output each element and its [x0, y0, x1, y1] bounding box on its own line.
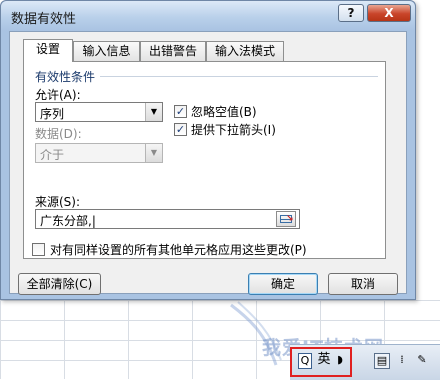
- ignore-blank-label: 忽略空值(B): [191, 105, 257, 119]
- data-validation-dialog: 数据有效性 ? X 设置 输入信息 出错警告 输入法模式 有效性条件 允许(A)…: [0, 0, 416, 300]
- ignore-blank-checkbox[interactable]: ✓: [174, 105, 187, 118]
- wrench-icon[interactable]: ✎: [414, 353, 430, 369]
- help-button[interactable]: ?: [338, 4, 364, 22]
- source-label: 来源(S):: [35, 195, 81, 209]
- close-button[interactable]: X: [367, 4, 411, 22]
- validation-criteria-label: 有效性条件: [35, 70, 96, 84]
- in-cell-dropdown-checkbox[interactable]: ✓: [174, 123, 187, 136]
- tab-input-message[interactable]: 输入信息: [73, 41, 140, 61]
- source-input[interactable]: 广东分部,| ↘: [35, 209, 300, 229]
- data-label: 数据(D):: [35, 127, 82, 141]
- tab-error-alert[interactable]: 出错警告: [140, 41, 206, 61]
- in-cell-dropdown-label: 提供下拉箭头(I): [191, 123, 276, 137]
- chevron-down-icon: ▼: [145, 144, 162, 162]
- chevron-down-icon[interactable]: ▼: [145, 103, 162, 121]
- tab-ime-mode[interactable]: 输入法模式: [206, 41, 284, 61]
- group-divider: [100, 76, 378, 77]
- language-bar: Q 英 ◗ ▤ ⁞ ✎: [290, 344, 440, 380]
- ime-logo-icon[interactable]: Q: [298, 353, 312, 369]
- allow-label: 允许(A):: [35, 88, 81, 102]
- keyboard-icon[interactable]: ▤: [374, 353, 390, 369]
- allow-value: 序列: [40, 107, 65, 121]
- red-arrow-icon: ↘: [286, 214, 294, 224]
- tab-settings[interactable]: 设置: [23, 39, 73, 62]
- title-bar: 数据有效性 ? X: [1, 1, 415, 31]
- clear-all-button[interactable]: 全部清除(C): [18, 273, 101, 295]
- allow-dropdown[interactable]: 序列 ▼: [35, 102, 163, 122]
- range-picker-button[interactable]: ↘: [276, 211, 296, 227]
- dialog-body: 设置 输入信息 出错警告 输入法模式 有效性条件 允许(A): 序列 ▼ ✓ 忽…: [9, 31, 407, 295]
- settings-panel: 有效性条件 允许(A): 序列 ▼ ✓ 忽略空值(B) ✓ 提供下拉箭头(I) …: [23, 61, 386, 259]
- ok-button[interactable]: 确定: [248, 273, 318, 295]
- dialog-title: 数据有效性: [11, 12, 77, 27]
- ime-language-label[interactable]: 英: [316, 353, 332, 369]
- data-dropdown: 介于 ▼: [35, 143, 163, 163]
- source-value: 广东分部,|: [40, 214, 96, 228]
- apply-all-checkbox[interactable]: [32, 243, 45, 256]
- ime-mode-icon[interactable]: ◗: [334, 353, 346, 369]
- data-value: 介于: [40, 148, 65, 162]
- settings-divider-icon: ⁞: [400, 353, 404, 366]
- apply-all-label: 对有同样设置的所有其他单元格应用这些更改(P): [50, 243, 307, 257]
- cancel-button[interactable]: 取消: [328, 273, 398, 295]
